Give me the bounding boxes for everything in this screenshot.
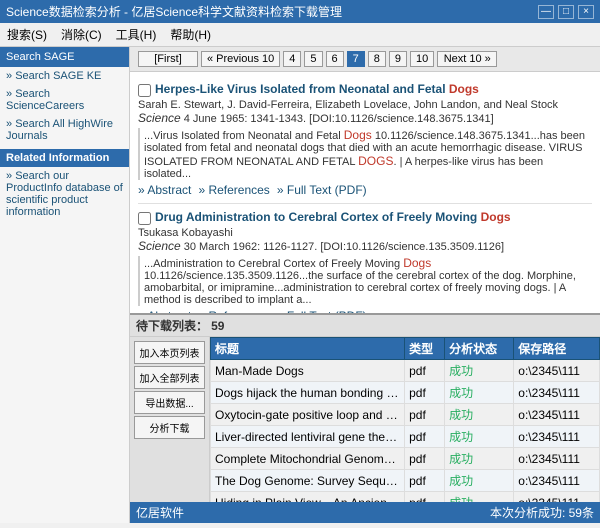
bottom-header: 待下载列表： 59: [130, 315, 600, 337]
result-1-fulltext-link[interactable]: » Full Text (PDF): [277, 183, 367, 197]
content-area: [First] « Previous 10 4 5 6 7 8 9 10 Nex…: [130, 47, 600, 523]
result-2-journal: Science 30 March 1962: 1126-1127. [DOI:1…: [138, 239, 592, 253]
table-row[interactable]: Man-Made Dogspdf成功o:\2345\111: [211, 360, 600, 382]
menu-tools[interactable]: 工具(H): [113, 25, 160, 44]
first-page-button[interactable]: [First]: [138, 51, 198, 67]
footer-left: 亿居软件: [136, 504, 184, 521]
col-status: 分析状态: [445, 338, 514, 360]
sidebar-link-science-careers[interactable]: Search ScienceCareers: [0, 85, 129, 115]
result-2-highlight: Dogs: [481, 210, 511, 224]
menu-clear[interactable]: 消除(C): [58, 25, 105, 44]
result-1-authors: Sarah E. Stewart, J. David-Ferreira, Eli…: [138, 99, 592, 111]
page-8-button[interactable]: 8: [368, 51, 386, 67]
table-row[interactable]: The Dog Genome: Survey Sequencing and Co…: [211, 470, 600, 492]
related-info-section: Related Information: [0, 149, 129, 167]
result-1-highlight: Dogs: [449, 82, 479, 96]
page-6-button[interactable]: 6: [326, 51, 344, 67]
table-row[interactable]: Liver-directed lentiviral gene therapy i…: [211, 426, 600, 448]
result-2-snippet: ...Administration to Cerebral Cortex of …: [138, 256, 592, 306]
bottom-buttons: 加入本页列表 加入全部列表 导出数据... 分析下载: [130, 337, 210, 502]
result-item-1: Herpes-Like Virus Isolated from Neonatal…: [138, 76, 592, 204]
window-controls: — □ ×: [538, 5, 594, 19]
footer-right: 本次分析成功: 59条: [490, 504, 594, 521]
col-path: 保存路径: [514, 338, 600, 360]
result-2-authors: Tsukasa Kobayashi: [138, 227, 592, 239]
next-page-button[interactable]: Next 10 »: [437, 51, 497, 67]
title-bar: Science数据检索分析 - 亿居Science科学文献资料检索下载管理 — …: [0, 0, 600, 23]
col-title: 标题: [211, 338, 405, 360]
sidebar-link-productinfo[interactable]: Search our ProductInfo database of scien…: [0, 167, 129, 221]
sidebar: Search SAGE Search SAGE KE Search Scienc…: [0, 47, 130, 523]
add-page-list-button[interactable]: 加入本页列表: [134, 341, 205, 364]
page-4-button[interactable]: 4: [283, 51, 301, 67]
result-2-title[interactable]: Drug Administration to Cerebral Cortex o…: [155, 210, 511, 224]
main-container: Search SAGE Search SAGE KE Search Scienc…: [0, 47, 600, 523]
close-button[interactable]: ×: [578, 5, 594, 19]
prev-page-button[interactable]: « Previous 10: [201, 51, 280, 67]
table-row[interactable]: Hiding in Plain View—An Ancient Dog in t…: [211, 492, 600, 503]
sidebar-link-sage-ke[interactable]: Search SAGE KE: [0, 67, 129, 85]
result-item-2: Drug Administration to Cerebral Cortex o…: [138, 204, 592, 313]
result-1-checkbox[interactable]: [138, 84, 151, 97]
title-text: Science数据检索分析 - 亿居Science科学文献资料检索下载管理: [6, 3, 342, 20]
search-sage-button[interactable]: Search SAGE: [0, 47, 129, 67]
result-1-abstract-link[interactable]: » Abstract: [138, 183, 191, 197]
download-count: 59: [211, 319, 224, 333]
bottom-content: 加入本页列表 加入全部列表 导出数据... 分析下载 标题 类型 分析状态 保存…: [130, 337, 600, 502]
minimize-button[interactable]: —: [538, 5, 554, 19]
result-1-snippet: ...Virus Isolated from Neonatal and Feta…: [138, 128, 592, 180]
table-row[interactable]: Complete Mitochondrial Genomes of Ancien…: [211, 448, 600, 470]
download-table: 标题 类型 分析状态 保存路径 Man-Made Dogspdf成功o:\234…: [210, 337, 600, 502]
result-1-references-link[interactable]: » References: [198, 183, 269, 197]
menu-bar: 搜索(S) 消除(C) 工具(H) 帮助(H): [0, 23, 600, 47]
download-table-container: 标题 类型 分析状态 保存路径 Man-Made Dogspdf成功o:\234…: [210, 337, 600, 502]
page-10-button[interactable]: 10: [410, 51, 434, 67]
export-data-button[interactable]: 导出数据...: [134, 391, 205, 414]
result-1-journal: Science 4 June 1965: 1341-1343. [DOI:10.…: [138, 111, 592, 125]
menu-search[interactable]: 搜索(S): [4, 25, 50, 44]
col-type: 类型: [405, 338, 445, 360]
maximize-button[interactable]: □: [558, 5, 574, 19]
result-1-title[interactable]: Herpes-Like Virus Isolated from Neonatal…: [155, 82, 479, 96]
analyze-download-button[interactable]: 分析下载: [134, 416, 205, 439]
footer: 亿居软件 本次分析成功: 59条: [130, 502, 600, 523]
results-list: Herpes-Like Virus Isolated from Neonatal…: [130, 72, 600, 313]
page-7-button[interactable]: 7: [347, 51, 365, 67]
page-9-button[interactable]: 9: [389, 51, 407, 67]
add-all-list-button[interactable]: 加入全部列表: [134, 366, 205, 389]
pagination-bar: [First] « Previous 10 4 5 6 7 8 9 10 Nex…: [130, 47, 600, 72]
sidebar-link-highwire[interactable]: Search All HighWire Journals: [0, 115, 129, 145]
menu-help[interactable]: 帮助(H): [167, 25, 214, 44]
result-2-checkbox[interactable]: [138, 212, 151, 225]
table-row[interactable]: Oxytocin-gate positive loop and the coev…: [211, 404, 600, 426]
result-1-links: » Abstract » References » Full Text (PDF…: [138, 183, 592, 197]
table-row[interactable]: Dogs hijack the human bonding pathwaypdf…: [211, 382, 600, 404]
bottom-panel: 待下载列表： 59 加入本页列表 加入全部列表 导出数据... 分析下载 标题: [130, 313, 600, 523]
page-5-button[interactable]: 5: [304, 51, 322, 67]
